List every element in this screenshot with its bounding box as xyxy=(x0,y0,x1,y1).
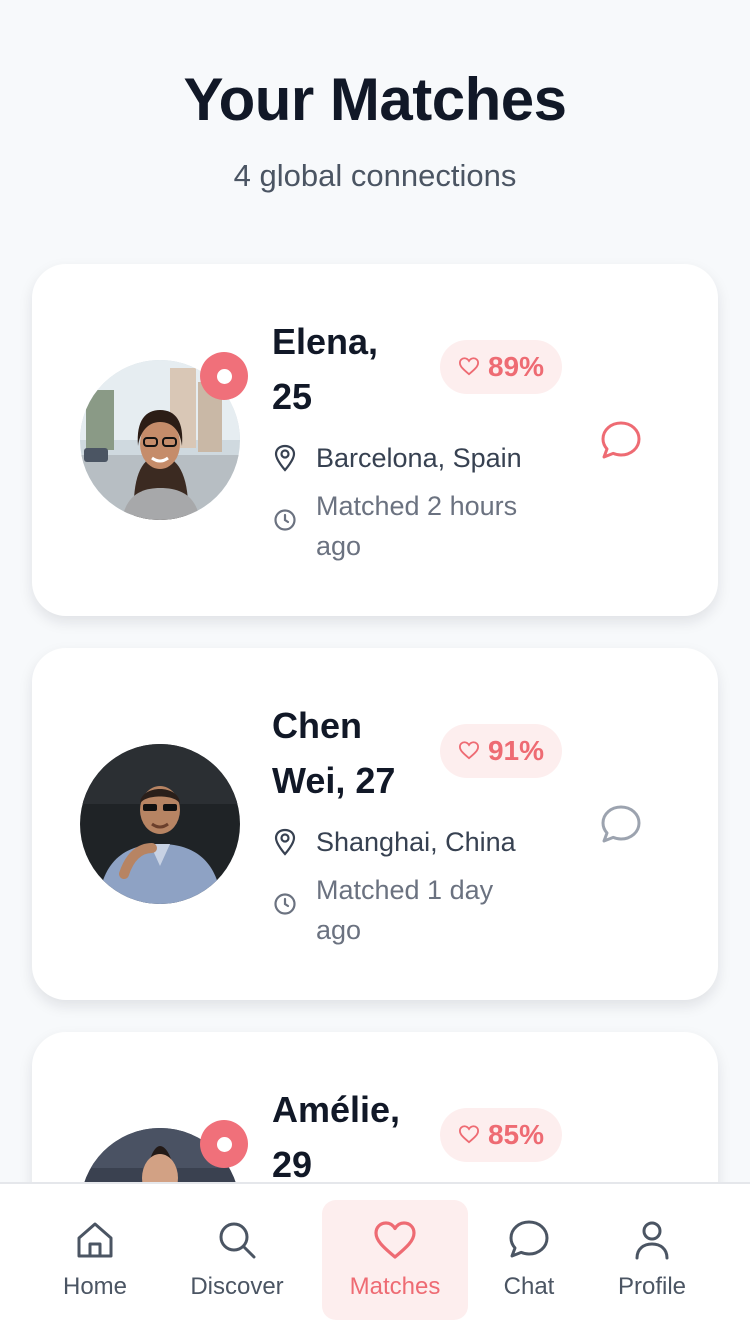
match-info: Amélie, 29 85% xyxy=(272,1082,562,1192)
compatibility-score: 85% xyxy=(487,1119,544,1150)
location-text: Barcelona, Spain xyxy=(316,443,522,473)
matched-time-text: Matched 2 hours ago xyxy=(316,491,518,561)
page-header: Your Matches 4 global connections xyxy=(0,62,750,194)
compatibility-badge: 91% xyxy=(439,724,562,778)
bottom-tab-bar: Home Discover Matches Chat Profile xyxy=(0,1182,750,1334)
avatar[interactable] xyxy=(80,744,240,904)
tab-label: Home xyxy=(62,1273,128,1300)
location-row: Shanghai, China xyxy=(272,822,562,862)
online-indicator xyxy=(200,1120,248,1168)
matched-time-row: Matched 2 hours ago xyxy=(272,486,562,566)
home-icon xyxy=(40,1216,150,1264)
online-indicator xyxy=(200,352,248,400)
location-row: Barcelona, Spain xyxy=(272,438,562,478)
search-icon xyxy=(172,1216,302,1264)
user-icon xyxy=(600,1216,704,1264)
compatibility-badge: 89% xyxy=(439,340,562,394)
page-subtitle: 4 global connections xyxy=(233,158,517,193)
match-info: Elena, 25 89% Barcelona, Spain Matched 2… xyxy=(272,314,562,566)
matched-time-row: Matched 1 day ago xyxy=(272,870,562,950)
match-card-elena[interactable]: Elena, 25 89% Barcelona, Spain Matched 2… xyxy=(32,264,718,616)
matched-time-text: Matched 1 day ago xyxy=(316,875,494,945)
match-name: Amélie, 29 xyxy=(272,1089,401,1185)
message-button[interactable] xyxy=(598,418,644,464)
chat-bubble-icon xyxy=(601,421,641,459)
tab-profile[interactable]: Profile xyxy=(600,1200,704,1320)
tab-label: Matches xyxy=(349,1273,441,1300)
page-title: Your Matches xyxy=(183,66,567,133)
heart-icon xyxy=(458,735,480,767)
message-button[interactable] xyxy=(598,802,644,848)
clock-icon xyxy=(272,870,298,916)
tab-label: Profile xyxy=(617,1273,687,1300)
match-name: Elena, 25 xyxy=(272,321,379,417)
heart-icon xyxy=(458,1119,480,1151)
tab-discover[interactable]: Discover xyxy=(172,1200,302,1320)
avatar-wrap xyxy=(80,744,240,904)
clock-icon xyxy=(272,486,298,532)
compatibility-score: 91% xyxy=(487,735,544,766)
tab-home[interactable]: Home xyxy=(40,1200,150,1320)
match-card-chen-wei[interactable]: Chen Wei, 27 91% Shanghai, China Matched… xyxy=(32,648,718,1000)
chat-bubble-icon xyxy=(601,805,641,843)
chat-icon xyxy=(486,1216,572,1264)
match-name: Chen Wei, 27 xyxy=(272,705,396,801)
tab-chat[interactable]: Chat xyxy=(486,1200,572,1320)
location-text: Shanghai, China xyxy=(316,827,516,857)
heart-icon xyxy=(458,351,480,383)
location-pin-icon xyxy=(272,822,298,856)
match-info: Chen Wei, 27 91% Shanghai, China Matched… xyxy=(272,698,562,950)
matches-screen: Your Matches 4 global connections Elena,… xyxy=(0,0,750,1334)
heart-icon xyxy=(322,1216,468,1264)
avatar-wrap xyxy=(80,352,248,520)
tab-matches[interactable]: Matches xyxy=(322,1200,468,1320)
compatibility-score: 89% xyxy=(487,351,544,382)
tab-label: Chat xyxy=(503,1273,555,1300)
compatibility-badge: 85% xyxy=(439,1108,562,1162)
tab-label: Discover xyxy=(190,1273,284,1300)
location-pin-icon xyxy=(272,438,298,472)
